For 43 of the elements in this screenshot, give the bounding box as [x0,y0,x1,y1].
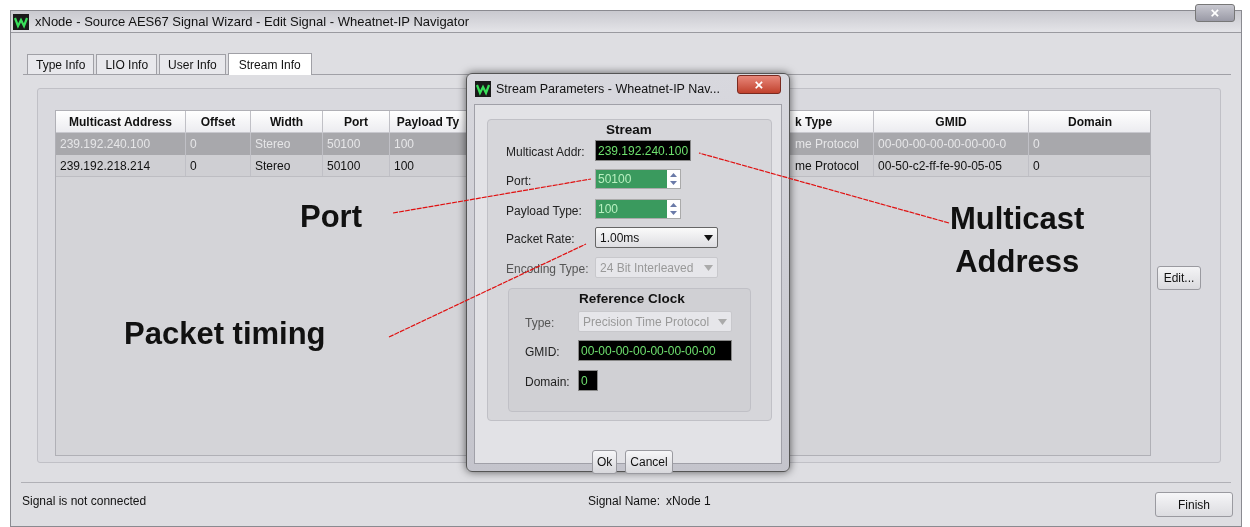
table-cell-text: 50100 [327,157,361,175]
spin-value: 50100 [596,170,667,188]
table-cell-text: 100 [394,157,415,175]
column-header: Offset [200,113,236,131]
signal-name: xNode 1 [666,492,711,510]
field-label: Type: [525,315,555,332]
table-cell-text: Stereo [255,157,291,175]
column-header: GMID [935,113,967,131]
annotation-label: Packet timing [124,315,326,353]
signal-name-label: Signal Name: [588,492,661,510]
column-header: Port [344,113,368,131]
status-message: Signal is not connected [22,492,147,510]
field-label: Port: [506,173,532,190]
annotation-label: Multicast Address [950,200,1085,281]
column-header: Width [269,113,304,131]
field-label: GMID: [525,344,560,361]
dialog-title: Stream Parameters - Wheatnet-IP Nav... [496,80,720,98]
table-cell-text: 0 [190,157,197,175]
field-label: Multicast Addr: [506,144,585,161]
table-cell-text: 00-50-c2-ff-fe-90-05-05 [878,157,1002,175]
column-header: Domain [1068,113,1112,131]
field-label: Domain: [525,374,570,391]
spin-value: 100 [596,200,667,218]
column-header: k Type [795,113,833,131]
table-cell-text: 239.192.240.100 [60,136,151,153]
table-cell-text: me Protocol [795,136,860,153]
annotation-label: Port [300,198,362,236]
table-cell-text: 50100 [327,136,361,153]
field-label: Payload Type: [506,203,582,220]
table-cell-text: 0 [1033,157,1040,175]
field-label: Packet Rate: [506,231,575,248]
group-title: Stream [606,121,652,139]
table-cell-text: 0 [190,136,197,153]
table-cell-text: 00-00-00-00-00-00-00-0 [878,136,1007,153]
table-cell-text: 0 [1033,136,1040,153]
table-cell-text: 100 [394,136,415,153]
table-cell-text: Stereo [255,136,291,153]
group-title: Reference Clock [579,290,685,308]
window-title: xNode - Source AES67 Signal Wizard - Edit Signal - Wheatnet-IP Navigator [35,12,470,31]
column-header: Payload Ty [396,113,460,131]
table-cell-text: me Protocol [795,157,860,175]
column-header: Multicast Address [69,113,172,131]
table-cell-text: 239.192.218.214 [60,157,151,175]
